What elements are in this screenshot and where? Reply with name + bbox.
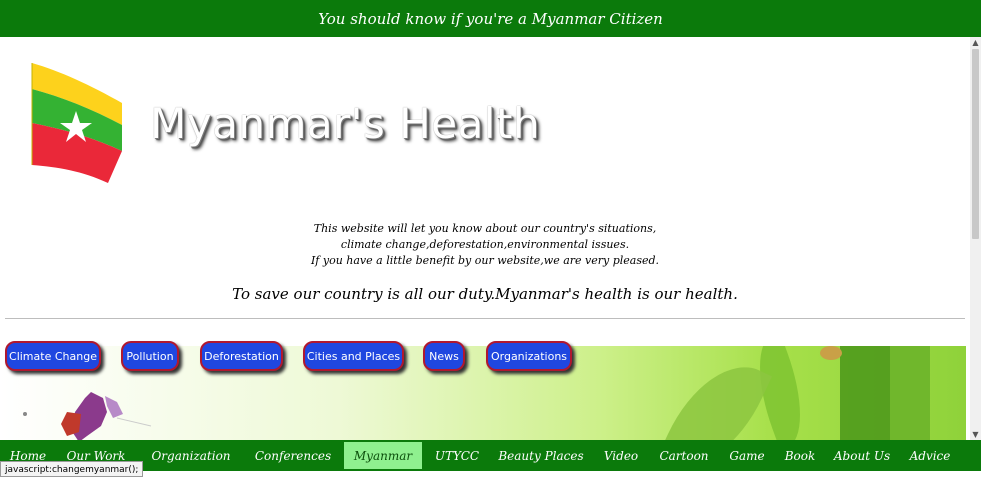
bottom-navigation: Home Our Work Organization Conferences M… bbox=[0, 440, 981, 471]
tagline: To save our country is all our duty.Myan… bbox=[232, 285, 738, 303]
scroll-up-arrow-icon[interactable]: ▲ bbox=[970, 37, 981, 48]
button-news[interactable]: News bbox=[423, 341, 465, 371]
nav-organization[interactable]: Organization bbox=[140, 440, 242, 471]
button-deforestation[interactable]: Deforestation bbox=[200, 341, 283, 371]
status-bar-url: javascript:changemyanmar(); bbox=[0, 461, 144, 477]
intro-line-1: This website will let you know about our… bbox=[313, 222, 657, 235]
intro-line-3: If you have a little benefit by our webs… bbox=[310, 254, 660, 267]
intro-line-2: climate change,deforestation,environment… bbox=[340, 238, 630, 251]
divider bbox=[5, 318, 965, 319]
site-title: Myanmar's Health bbox=[150, 99, 541, 148]
button-cities-and-places[interactable]: Cities and Places bbox=[303, 341, 404, 371]
nav-game[interactable]: Game bbox=[724, 440, 770, 471]
banner-text: You should know if you're a Myanmar Citi… bbox=[318, 9, 663, 28]
top-banner: You should know if you're a Myanmar Citi… bbox=[0, 0, 981, 37]
button-organizations[interactable]: Organizations bbox=[486, 341, 572, 371]
nav-conferences[interactable]: Conferences bbox=[249, 440, 337, 471]
nav-utycc[interactable]: UTYCC bbox=[430, 440, 484, 471]
nav-beauty-places[interactable]: Beauty Places bbox=[492, 440, 590, 471]
nav-advice[interactable]: Advice bbox=[902, 440, 958, 471]
nav-video[interactable]: Video bbox=[598, 440, 644, 471]
scrollbar-thumb[interactable] bbox=[972, 49, 979, 239]
button-climate-change[interactable]: Climate Change bbox=[5, 341, 101, 371]
myanmar-map-icon bbox=[23, 392, 152, 440]
nav-book[interactable]: Book bbox=[778, 440, 822, 471]
button-pollution[interactable]: Pollution bbox=[121, 341, 179, 371]
nav-cartoon[interactable]: Cartoon bbox=[652, 440, 716, 471]
vertical-scrollbar[interactable]: ▲ ▼ bbox=[970, 37, 981, 440]
nav-myanmar[interactable]: Myanmar bbox=[344, 442, 422, 469]
scroll-down-arrow-icon[interactable]: ▼ bbox=[970, 429, 981, 440]
nav-about-us[interactable]: About Us bbox=[829, 440, 895, 471]
page-content: Myanmar's Health This website will let y… bbox=[0, 37, 970, 440]
myanmar-flag-icon bbox=[31, 63, 122, 183]
